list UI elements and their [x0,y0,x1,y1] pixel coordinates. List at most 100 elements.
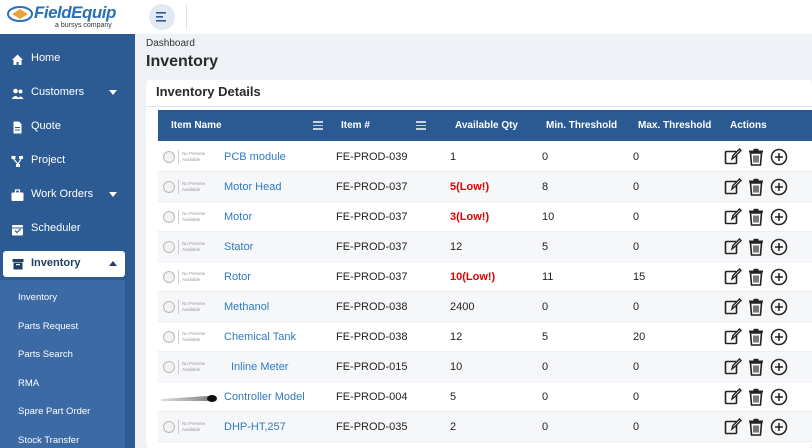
add-icon[interactable] [770,328,788,346]
divider [178,210,179,224]
item-name-link[interactable]: Controller Model [224,391,305,403]
add-icon[interactable] [770,358,788,376]
sidebar-item-label: Inventory [31,257,81,269]
no-preview-text: Available [182,247,201,252]
add-icon[interactable] [770,388,788,406]
no-preview-thumbnail: No Preview Available [163,180,217,194]
item-name-link[interactable]: Motor [224,211,252,223]
edit-icon[interactable] [724,208,742,226]
delete-icon[interactable] [747,418,765,436]
submenu-item-stock-transfer[interactable]: Stock Transfer [18,435,79,446]
sidebar-item-customers[interactable]: Customers [0,76,135,110]
page-title: Inventory [146,53,219,70]
edit-icon[interactable] [724,358,742,376]
available-qty: 3(Low!) [450,211,490,223]
add-icon[interactable] [770,418,788,436]
delete-icon[interactable] [747,178,765,196]
menu-toggle-button[interactable] [149,4,175,30]
no-preview-text: Available [182,217,201,222]
available-qty: 10(Low!) [450,271,496,283]
sidebar: Home Customers Quote Project Work Orders… [0,34,135,448]
item-number: FE-PROD-037 [336,211,408,223]
no-preview-text: Available [182,187,201,192]
available-qty: 5(Low!) [450,181,490,193]
add-icon[interactable] [770,148,788,166]
available-qty: 10 [450,361,463,373]
edit-icon[interactable] [724,178,742,196]
submenu-item-spare-part-order[interactable]: Spare Part Order [18,406,90,417]
row-actions [724,328,790,346]
camera-placeholder-icon [163,241,175,253]
submenu-item-inventory[interactable]: Inventory [18,292,57,303]
sidebar-item-project[interactable]: Project [0,144,135,178]
sidebar-item-label: Quote [31,120,61,132]
add-icon[interactable] [770,178,788,196]
add-icon[interactable] [770,208,788,226]
add-icon[interactable] [770,298,788,316]
column-menu-icon[interactable] [313,121,323,130]
no-preview-text: Available [182,277,201,282]
add-icon[interactable] [770,268,788,286]
edit-icon[interactable] [724,388,742,406]
sidebar-item-quote[interactable]: Quote [0,110,135,144]
no-preview-text: No Preview [182,181,206,186]
camera-placeholder-icon [163,331,175,343]
no-preview-text: Available [182,427,201,432]
item-number: FE-PROD-004 [336,391,408,403]
column-header-available-qty[interactable]: Available Qty [455,120,518,131]
item-name-link[interactable]: Methanol [224,301,269,313]
product-image [161,395,217,402]
submenu-item-rma[interactable]: RMA [18,378,39,389]
no-preview-thumbnail: No Preview Available [163,330,217,344]
no-preview-text: No Preview [182,301,206,306]
calendar-icon [12,225,23,236]
submenu-item-parts-search[interactable]: Parts Search [18,349,73,360]
row-actions [724,418,790,436]
item-name-link[interactable]: Inline Meter [231,361,288,373]
edit-icon[interactable] [724,148,742,166]
item-name-link[interactable]: Stator [224,241,253,253]
edit-icon[interactable] [724,238,742,256]
delete-icon[interactable] [747,148,765,166]
edit-icon[interactable] [724,328,742,346]
app-logo[interactable]: FieldEquip a bursys company [4,2,134,32]
item-name-link[interactable]: Chemical Tank [224,331,296,343]
edit-icon[interactable] [724,298,742,316]
submenu-item-parts-request[interactable]: Parts Request [18,321,78,332]
delete-icon[interactable] [747,388,765,406]
max-threshold: 20 [633,331,646,343]
column-header-max-threshold[interactable]: Max. Threshold [638,120,711,131]
home-icon [12,54,23,65]
column-header-item-name[interactable]: Item Name [171,120,222,131]
item-name-link[interactable]: Rotor [224,271,251,283]
divider [178,180,179,194]
column-header-min-threshold[interactable]: Min. Threshold [546,120,617,131]
edit-icon[interactable] [724,418,742,436]
item-name-link[interactable]: DHP-HT,257 [224,421,286,433]
briefcase-icon [11,189,24,201]
min-threshold: 0 [542,391,549,403]
item-number: FE-PROD-037 [336,271,408,283]
delete-icon[interactable] [747,358,765,376]
sidebar-item-inventory[interactable]: Inventory [3,251,125,277]
available-qty: 5 [450,391,457,403]
item-name-link[interactable]: Motor Head [224,181,281,193]
delete-icon[interactable] [747,208,765,226]
divider [178,330,179,344]
sidebar-item-scheduler[interactable]: Scheduler [0,212,135,246]
available-qty: 1 [450,151,457,163]
breadcrumb[interactable]: Dashboard [146,38,195,49]
top-bar: FieldEquip a bursys company [0,0,812,34]
delete-icon[interactable] [747,298,765,316]
sidebar-item-work-orders[interactable]: Work Orders [0,178,135,212]
column-header-item-number[interactable]: Item # [341,120,370,131]
add-icon[interactable] [770,238,788,256]
delete-icon[interactable] [747,268,765,286]
edit-icon[interactable] [724,268,742,286]
delete-icon[interactable] [747,328,765,346]
item-name-link[interactable]: PCB module [224,151,286,163]
available-qty: 12 [450,331,463,343]
sidebar-item-home[interactable]: Home [0,42,135,76]
column-menu-icon[interactable] [416,121,426,130]
delete-icon[interactable] [747,238,765,256]
